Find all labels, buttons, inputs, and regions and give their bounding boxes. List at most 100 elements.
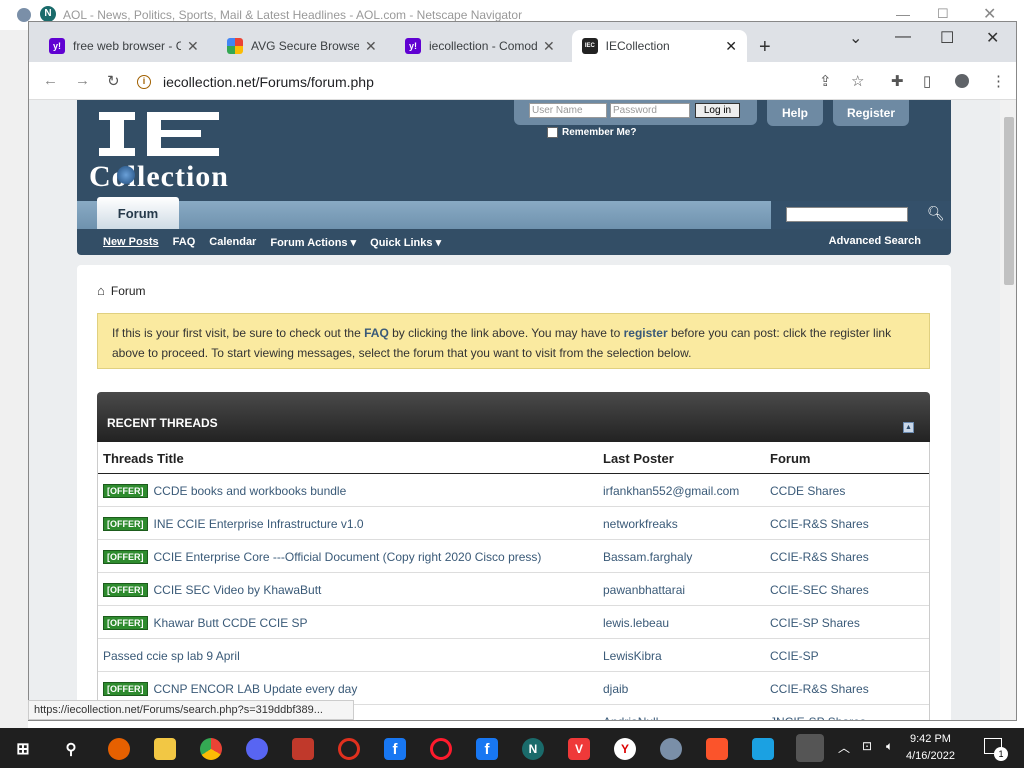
search-icon[interactable]: 🔍︎ [927, 205, 945, 222]
login-button[interactable]: Log in [695, 103, 740, 118]
network-icon[interactable]: ⊡ [862, 739, 872, 753]
close-tab-icon[interactable]: ✕ [543, 38, 555, 55]
last-poster-link[interactable]: lewis.lebeau [603, 616, 669, 630]
last-poster-link[interactable]: Bassam.farghaly [603, 550, 692, 564]
yahoo-icon: y! [49, 38, 65, 54]
active-app-icon[interactable] [796, 734, 824, 762]
iecollection-logo[interactable] [97, 110, 222, 158]
brave-icon[interactable] [706, 738, 728, 760]
register-button[interactable]: Register [833, 100, 909, 126]
minimize-icon[interactable]: — [895, 28, 911, 46]
globe-icon[interactable] [660, 738, 682, 760]
last-poster-link[interactable]: irfankhan552@gmail.com [603, 484, 739, 498]
menu-icon[interactable]: ⋮ [991, 72, 1006, 90]
app-icon[interactable] [292, 738, 314, 760]
minimize-icon[interactable]: — [896, 6, 910, 22]
extensions-icon[interactable]: ✚ [891, 72, 904, 90]
tab-forum[interactable]: Forum [97, 197, 179, 229]
tab-iecollection[interactable]: IEC IECollection ✕ [572, 30, 747, 62]
notice-faq-link[interactable]: FAQ [364, 326, 389, 340]
search-icon[interactable]: ⚲ [60, 738, 82, 760]
thread-title-link[interactable]: CCIE Enterprise Core ---Official Documen… [154, 550, 542, 564]
profile-icon[interactable] [955, 74, 969, 88]
yandex-icon[interactable]: Y [614, 738, 636, 760]
thread-title-link[interactable]: CCIE SEC Video by KhawaButt [154, 583, 322, 597]
close-icon[interactable]: ✕ [986, 28, 999, 48]
forum-link[interactable]: CCIE-SP [770, 649, 819, 663]
back-icon[interactable]: ← [43, 72, 58, 89]
thread-title-link[interactable]: CCDE books and workbooks bundle [154, 484, 347, 498]
facebook-icon[interactable]: f [476, 738, 498, 760]
forum-link[interactable]: CCIE-R&S Shares [770, 682, 869, 696]
windows-start-icon[interactable]: ⊞ [12, 738, 34, 760]
last-poster-link[interactable]: LewisKibra [603, 649, 662, 663]
side-panel-icon[interactable]: ▯ [923, 72, 931, 90]
last-poster-link[interactable]: AndriaNull [603, 715, 658, 720]
tab-avg-secure-browser[interactable]: AVG Secure Browser ✕ [217, 30, 387, 62]
forum-link[interactable]: JNCIE-SP Shares [770, 715, 866, 720]
close-tab-icon[interactable]: ✕ [725, 38, 737, 55]
forum-link[interactable]: CCIE-SEC Shares [770, 583, 869, 597]
thread-title-link[interactable]: INE CCIE Enterprise Infrastructure v1.0 [154, 517, 364, 531]
forward-icon[interactable]: → [75, 72, 90, 89]
last-poster-cell: lewis.lebeau [603, 616, 669, 630]
browser-toolbar: ← → ↻ i iecollection.net/Forums/forum.ph… [29, 62, 1016, 100]
maximize-icon[interactable]: ☐ [940, 28, 954, 48]
forum-link[interactable]: CCIE-R&S Shares [770, 517, 869, 531]
password-input[interactable]: Password [610, 103, 690, 118]
maximize-icon[interactable]: ☐ [937, 6, 949, 22]
reload-icon[interactable]: ↻ [107, 72, 120, 90]
status-url-bubble: https://iecollection.net/Forums/search.p… [28, 700, 354, 720]
opera-icon[interactable] [338, 738, 360, 760]
search-input[interactable] [786, 207, 908, 222]
tab-search-icon[interactable]: ⌄ [849, 28, 862, 48]
firefox-icon[interactable] [108, 738, 130, 760]
help-button[interactable]: Help [767, 100, 823, 126]
share-icon[interactable]: ⇪ [819, 72, 832, 90]
tab-free-web-browser[interactable]: y! free web browser - C ✕ [39, 30, 209, 62]
remember-checkbox[interactable] [547, 127, 558, 138]
forum-actions-menu[interactable]: Forum Actions ▾ [270, 236, 356, 249]
calendar-link[interactable]: Calendar [209, 236, 256, 248]
forum-link[interactable]: CCIE-R&S Shares [770, 550, 869, 564]
breadcrumb-forum[interactable]: Forum [111, 284, 146, 298]
facebook-icon[interactable]: f [384, 738, 406, 760]
last-poster-link[interactable]: pawanbhattarai [603, 583, 685, 597]
new-tab-icon[interactable]: + [759, 36, 771, 59]
discord-icon[interactable] [246, 738, 268, 760]
thread-title-link[interactable]: Passed ccie sp lab 9 April [103, 649, 240, 663]
advanced-search-link[interactable]: Advanced Search [829, 235, 921, 247]
welcome-notice: If this is your first visit, be sure to … [97, 313, 930, 369]
chrome-icon[interactable] [200, 738, 222, 760]
thread-title-link[interactable]: Khawar Butt CCDE CCIE SP [154, 616, 308, 630]
scrollbar-thumb[interactable] [1004, 117, 1014, 285]
home-icon[interactable]: ⌂ [97, 283, 105, 298]
thread-cell: [OFFER] INE CCIE Enterprise Infrastructur… [103, 517, 364, 531]
clock[interactable]: 9:42 PM 4/16/2022 [906, 731, 955, 765]
close-tab-icon[interactable]: ✕ [187, 38, 199, 55]
forum-link[interactable]: CCIE-SP Shares [770, 616, 860, 630]
collapse-icon[interactable]: ▲ [903, 422, 914, 433]
new-posts-link[interactable]: New Posts [103, 236, 159, 248]
volume-icon[interactable]: 🔈︎ [886, 739, 893, 754]
thread-title-link[interactable]: CCNP ENCOR LAB Update every day [154, 682, 358, 696]
vivaldi-icon[interactable]: V [568, 738, 590, 760]
column-header-forum: Forum [770, 451, 811, 466]
remember-me[interactable]: Remember Me? [547, 127, 636, 138]
faq-link[interactable]: FAQ [173, 236, 196, 248]
last-poster-link[interactable]: djaib [603, 682, 628, 696]
username-input[interactable]: User Name [529, 103, 607, 118]
chevron-up-icon[interactable]: ︿ [838, 739, 850, 756]
bookmark-star-icon[interactable]: ☆ [851, 72, 864, 90]
maxthon-icon[interactable] [752, 738, 774, 760]
notice-register-link[interactable]: register [624, 326, 668, 340]
close-tab-icon[interactable]: ✕ [365, 38, 377, 55]
info-icon[interactable]: i [137, 75, 151, 89]
last-poster-link[interactable]: networkfreaks [603, 517, 678, 531]
quick-links-menu[interactable]: Quick Links ▾ [370, 236, 441, 249]
forum-link[interactable]: CCDE Shares [770, 484, 845, 498]
file-explorer-icon[interactable] [154, 738, 176, 760]
tab-iecollection-comodo[interactable]: y! iecollection - Comod ✕ [395, 30, 565, 62]
opera-gx-icon[interactable] [430, 738, 452, 760]
netscape-icon[interactable]: N [522, 738, 544, 760]
